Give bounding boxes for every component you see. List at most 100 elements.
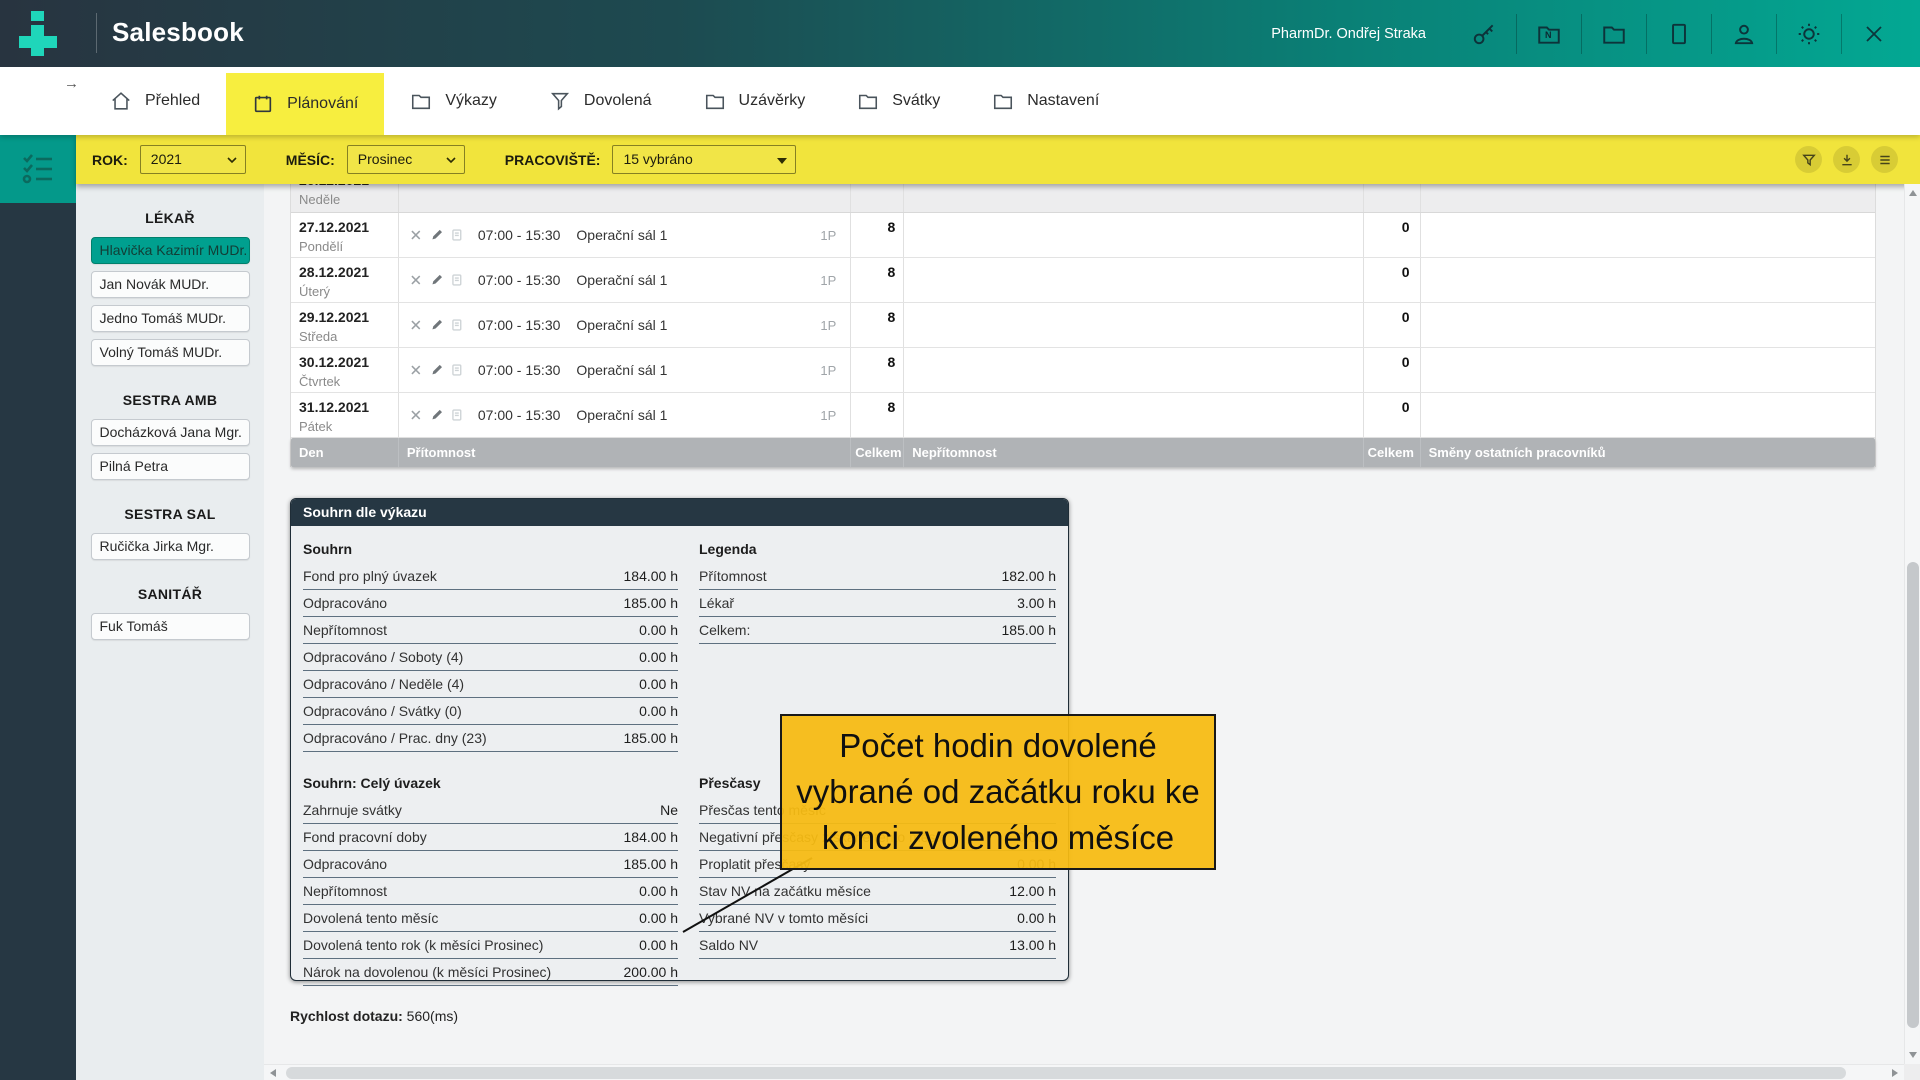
staff-person-button[interactable]: Pilná Petra bbox=[91, 453, 250, 480]
staff-person-button[interactable]: Jedno Tomáš MUDr. bbox=[91, 305, 250, 332]
export-button[interactable] bbox=[1833, 146, 1860, 173]
staff-person-button[interactable]: Fuk Tomáš bbox=[91, 613, 250, 640]
vertical-scroll-thumb[interactable] bbox=[1907, 562, 1919, 1028]
header-divider bbox=[96, 13, 97, 53]
shift-time: 07:00 - 15:30 bbox=[478, 362, 561, 378]
summary-row-label: Nepřítomnost bbox=[303, 883, 387, 899]
checklist-icon bbox=[18, 149, 58, 189]
summary-row-label: Odpracováno / Soboty (4) bbox=[303, 649, 463, 665]
app-logo-plus-icon bbox=[18, 11, 58, 56]
summary-row: Odpracováno / Svátky (0)0.00 h bbox=[303, 698, 678, 725]
summary-row-value: 0.00 h bbox=[639, 883, 678, 899]
app-window: Salesbook PharmDr. Ondřej Straka N bbox=[0, 0, 1920, 1080]
tooltip-line: vybrané od začátku roku ke bbox=[796, 769, 1200, 815]
staff-group-sestra-amb: SESTRA AMB Docházková Jana Mgr.Pilná Pet… bbox=[76, 392, 264, 480]
edit-shift-icon[interactable] bbox=[430, 363, 444, 377]
forward-arrow-icon[interactable]: → bbox=[64, 75, 79, 92]
status-value: 560(ms) bbox=[407, 1008, 458, 1024]
nav-bar: → Přehled Plánování Výkazy Dovolená Uzáv… bbox=[0, 67, 1920, 135]
home-icon bbox=[110, 90, 132, 112]
staff-person-button[interactable]: Volný Tomáš MUDr. bbox=[91, 339, 250, 366]
shift-time: 07:00 - 15:30 bbox=[478, 317, 561, 333]
summary-row-label: Dovolená tento rok (k měsíci Prosinec) bbox=[303, 937, 543, 953]
edit-shift-icon[interactable] bbox=[430, 318, 444, 332]
key-icon[interactable] bbox=[1452, 0, 1516, 67]
tab-uzaverky[interactable]: Uzávěrky bbox=[678, 67, 832, 135]
delete-shift-icon[interactable] bbox=[409, 408, 423, 422]
delete-shift-icon[interactable] bbox=[409, 273, 423, 287]
edit-shift-icon[interactable] bbox=[430, 408, 444, 422]
staff-person-button[interactable]: Ručička Jirka Mgr. bbox=[91, 533, 250, 560]
horizontal-scroll-thumb[interactable] bbox=[286, 1067, 1846, 1079]
group-title: SESTRA SAL bbox=[76, 506, 264, 522]
scroll-right-arrow[interactable] bbox=[1892, 1069, 1898, 1077]
summary-row-value: 185.00 h bbox=[1002, 622, 1057, 638]
shift-tag: 1P bbox=[820, 363, 836, 378]
workplace-select[interactable]: 15 vybráno bbox=[612, 145, 796, 174]
group-items: Docházková Jana Mgr. Pilná Petra bbox=[76, 419, 264, 480]
month-select[interactable]: Prosinec bbox=[347, 145, 465, 174]
checklist-menu-button[interactable] bbox=[0, 135, 76, 203]
menu-button[interactable] bbox=[1871, 146, 1898, 173]
year-select[interactable]: 2021 bbox=[140, 145, 246, 174]
summary-row-value: 3.00 h bbox=[1017, 595, 1056, 611]
user-icon[interactable] bbox=[1712, 0, 1776, 67]
staff-person-button[interactable]: Docházková Jana Mgr. bbox=[91, 419, 250, 446]
copy-shift-icon[interactable] bbox=[450, 228, 464, 242]
scroll-down-arrow[interactable] bbox=[1909, 1052, 1917, 1058]
delete-shift-icon[interactable] bbox=[409, 318, 423, 332]
copy-shift-icon[interactable] bbox=[450, 318, 464, 332]
scroll-up-arrow[interactable] bbox=[1909, 190, 1917, 196]
tab-prehled[interactable]: Přehled bbox=[84, 67, 226, 135]
absence-total: 0 bbox=[1364, 393, 1421, 437]
summary-row: Odpracováno / Soboty (4)0.00 h bbox=[303, 644, 678, 671]
summary-row-label: Fond pracovní doby bbox=[303, 829, 427, 845]
vertical-scrollbar[interactable] bbox=[1904, 184, 1920, 1064]
staff-person-button[interactable]: Hlavička Kazimír MUDr. bbox=[91, 237, 250, 264]
shift-place: Operační sál 1 bbox=[576, 407, 667, 423]
shift-time: 07:00 - 15:30 bbox=[478, 272, 561, 288]
copy-shift-icon[interactable] bbox=[450, 408, 464, 422]
folder-n-icon[interactable]: N bbox=[1517, 0, 1581, 67]
query-speed-status: Rychlost dotazu: 560(ms) bbox=[290, 1008, 458, 1024]
annotation-tooltip: Počet hodin dovolené vybrané od začátku … bbox=[780, 714, 1216, 870]
summary-row-label: Odpracováno / Prac. dny (23) bbox=[303, 730, 487, 746]
filter-funnel-button[interactable] bbox=[1795, 146, 1822, 173]
row-actions bbox=[409, 228, 464, 242]
tab-planovani[interactable]: Plánování bbox=[226, 73, 384, 135]
delete-shift-icon[interactable] bbox=[409, 363, 423, 377]
summary-row: Vybrané NV v tomto měsíci0.00 h bbox=[699, 905, 1056, 932]
close-icon[interactable] bbox=[1842, 0, 1906, 67]
filter-bar: ROK: 2021 MĚSÍC: Prosinec PRACOVIŠTĚ: 15… bbox=[76, 135, 1920, 184]
absence-cell bbox=[904, 258, 1363, 302]
summary-row-label: Stav NV na začátku měsíce bbox=[699, 883, 871, 899]
absence-cell bbox=[904, 303, 1363, 347]
tab-nastaveni[interactable]: Nastavení bbox=[966, 67, 1125, 135]
horizontal-scrollbar[interactable] bbox=[264, 1064, 1904, 1080]
gear-icon[interactable] bbox=[1777, 0, 1841, 67]
edit-shift-icon[interactable] bbox=[430, 273, 444, 287]
summary-row-value: 185.00 h bbox=[624, 730, 679, 746]
scroll-left-arrow[interactable] bbox=[270, 1069, 276, 1077]
staff-person-button[interactable]: Jan Novák MUDr. bbox=[91, 271, 250, 298]
copy-shift-icon[interactable] bbox=[450, 273, 464, 287]
shift-place: Operační sál 1 bbox=[576, 317, 667, 333]
summary-row-label: Nepřítomnost bbox=[303, 622, 387, 638]
summary-row: Celkem:185.00 h bbox=[699, 617, 1056, 644]
tab-dovolena[interactable]: Dovolená bbox=[523, 67, 678, 135]
absence-total: 0 bbox=[1364, 348, 1421, 392]
summary-row-value: 0.00 h bbox=[639, 910, 678, 926]
tab-vykazy[interactable]: Výkazy bbox=[384, 67, 523, 135]
summary-row: Saldo NV13.00 h bbox=[699, 932, 1056, 959]
delete-shift-icon[interactable] bbox=[409, 228, 423, 242]
summary-row: Zahrnuje svátkyNe bbox=[303, 797, 678, 824]
tab-svatky[interactable]: Svátky bbox=[831, 67, 966, 135]
tablet-icon[interactable] bbox=[1647, 0, 1711, 67]
summary-row-value: 200.00 h bbox=[624, 964, 679, 980]
group-items: Ručička Jirka Mgr. bbox=[76, 533, 264, 560]
year-label: ROK: bbox=[92, 152, 128, 168]
tooltip-line: konci zvoleného měsíce bbox=[822, 815, 1174, 861]
edit-shift-icon[interactable] bbox=[430, 228, 444, 242]
copy-shift-icon[interactable] bbox=[450, 363, 464, 377]
folder-icon[interactable] bbox=[1582, 0, 1646, 67]
